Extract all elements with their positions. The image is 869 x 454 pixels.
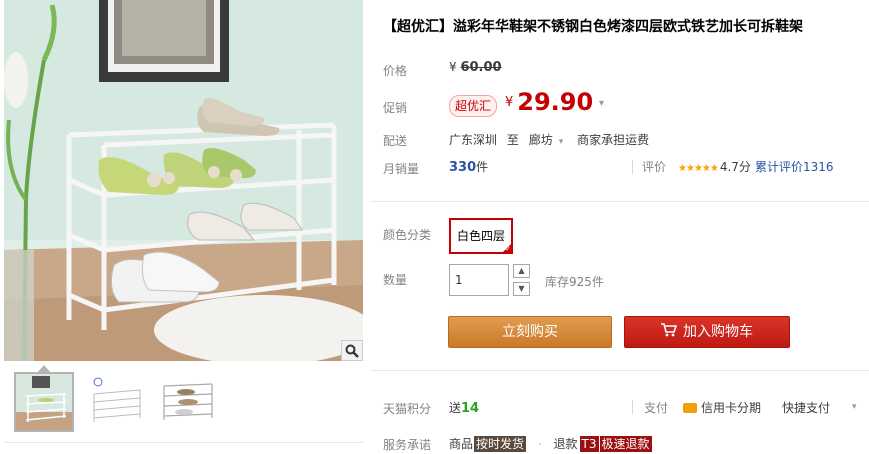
on-time-delivery-tag[interactable]: 按时发货	[474, 436, 527, 452]
section-divider	[371, 370, 869, 371]
quantity-increase-button[interactable]: ▲	[513, 264, 530, 278]
add-to-cart-button[interactable]: 加入购物车	[624, 316, 790, 348]
promo-price: ¥29.90 ▾	[505, 88, 604, 116]
shoe-rack-photo	[4, 0, 363, 361]
separator-dot: ·	[537, 437, 542, 451]
t3-badge: T3	[579, 436, 599, 452]
thumbnail-2[interactable]	[86, 372, 146, 432]
chevron-down-icon[interactable]: ▾	[852, 402, 857, 412]
zoom-button[interactable]	[341, 340, 363, 361]
buy-now-button[interactable]: 立刻购买	[448, 316, 612, 348]
sku-option-selected[interactable]: 白色四层 ✓	[449, 218, 513, 254]
service-promises: 商品 按时发货 · 退款 T3 极速退款	[449, 435, 652, 452]
shipping-info: 广东深圳 至 廊坊 ▾ 商家承担运费	[449, 131, 655, 148]
points-value: 14	[461, 401, 480, 416]
shipping-label: 配送	[383, 134, 408, 148]
promo-label: 促销	[383, 101, 408, 115]
original-price: ¥ 60.00	[449, 60, 502, 75]
thumbnail-strip	[14, 372, 354, 434]
credit-card-label: 信用卡分期	[701, 401, 762, 415]
review-count-link[interactable]: 累计评价1316	[755, 160, 834, 174]
star-rating-icon: ★★★★★	[678, 163, 719, 174]
thumbnail-1[interactable]	[14, 372, 74, 432]
service-label: 服务承诺	[383, 438, 432, 452]
points-info: 送14	[449, 399, 479, 416]
product-main-image[interactable]	[4, 0, 363, 361]
thumbnail-image	[86, 372, 146, 432]
magnifier-icon	[345, 344, 359, 358]
gallery-divider	[4, 442, 364, 443]
service-item-prefix: 商品	[449, 437, 474, 451]
thumbnail-image	[16, 374, 72, 430]
check-icon: ✓	[505, 245, 511, 253]
quantity-label: 数量	[383, 273, 408, 287]
ship-to-word: 至	[506, 133, 519, 147]
thumbnail-image	[158, 372, 218, 432]
divider	[632, 160, 633, 174]
promo-price-value: 29.90	[517, 88, 594, 116]
sku-label: 颜色分类	[383, 228, 432, 242]
sku-option-label: 白色四层	[456, 229, 505, 243]
currency-symbol: ¥	[505, 95, 514, 110]
add-to-cart-label: 加入购物车	[683, 324, 753, 340]
sales-count: 330	[449, 160, 477, 175]
shipping-fee: 商家承担运费	[577, 133, 650, 147]
ship-from: 广东深圳	[449, 133, 498, 147]
stock-info: 库存925件	[545, 275, 604, 289]
rating-summary: 评价 ★★★★★ 4.7分 累计评价1316	[642, 158, 833, 175]
chevron-down-icon[interactable]: ▾	[599, 98, 604, 109]
credit-card-icon	[683, 402, 697, 413]
credit-card-installment[interactable]: 信用卡分期	[683, 399, 761, 416]
divider	[632, 400, 633, 414]
thumbnail-3[interactable]	[158, 372, 218, 432]
product-title: 【超优汇】溢彩年华鞋架不锈钢白色烤漆四层欧式铁艺加长可拆鞋架	[383, 19, 803, 35]
monthly-sales: 330件	[449, 158, 488, 175]
price-label: 价格	[383, 64, 408, 78]
ship-to-selector[interactable]: 廊坊	[529, 133, 553, 147]
sales-unit: 件	[476, 160, 489, 174]
points-label: 天猫积分	[383, 402, 432, 416]
payment-label: 支付	[644, 401, 669, 415]
rating-score: 4.7分	[719, 160, 751, 174]
quantity-decrease-button[interactable]: ▼	[513, 282, 530, 296]
quick-pay[interactable]: 快捷支付	[782, 399, 830, 416]
sales-label: 月销量	[383, 162, 420, 176]
promo-badge: 超优汇	[449, 95, 498, 117]
rating-label: 评价	[642, 160, 667, 174]
original-price-value: 60.00	[460, 60, 502, 75]
service-item-prefix: 退款	[553, 437, 578, 451]
shopping-cart-icon	[661, 323, 677, 337]
fast-refund-tag[interactable]: 极速退款	[599, 436, 652, 452]
points-prefix: 送	[449, 401, 462, 415]
section-divider	[371, 201, 869, 202]
chevron-down-icon[interactable]: ▾	[559, 137, 564, 147]
currency-symbol: ¥	[449, 60, 457, 74]
quantity-input[interactable]	[449, 264, 509, 296]
